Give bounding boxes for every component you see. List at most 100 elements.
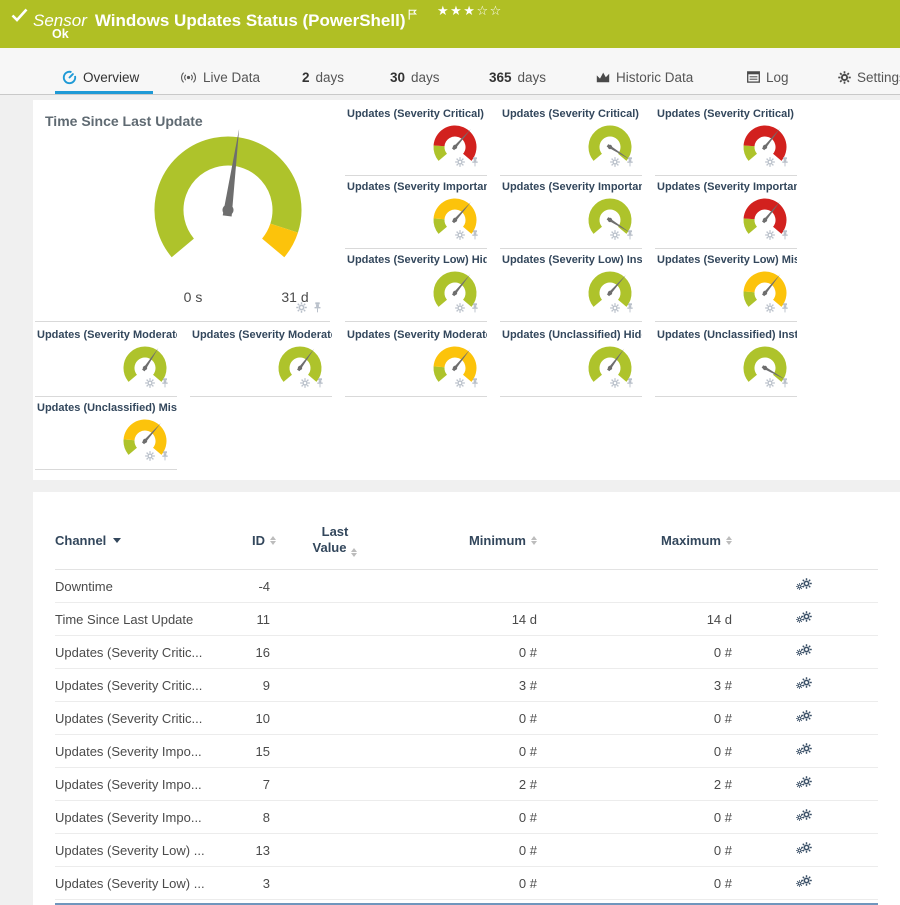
gauge-pin-icon[interactable] bbox=[625, 300, 635, 318]
column-header-maximum[interactable]: Maximum bbox=[545, 533, 740, 548]
gauge-pin-icon[interactable] bbox=[780, 375, 790, 393]
channel-settings-icon[interactable] bbox=[796, 808, 812, 824]
gauge-settings-gear-icon[interactable] bbox=[455, 227, 465, 245]
channel-gauge-card: Updates (Severity Moderate) ... bbox=[345, 324, 487, 397]
channel-id: 7 bbox=[240, 777, 290, 792]
tab-number: 30 bbox=[390, 70, 405, 85]
channel-maximum: 2 # bbox=[545, 777, 740, 792]
table-row: Updates (Severity Impo...150 #0 # bbox=[55, 735, 878, 768]
channel-settings-icon[interactable] bbox=[796, 874, 812, 890]
channel-name[interactable]: Updates (Severity Critic... bbox=[55, 645, 240, 660]
gauge-settings-gear-icon[interactable] bbox=[765, 300, 775, 318]
gauge-pin-icon[interactable] bbox=[625, 154, 635, 172]
gauge-pin-icon[interactable] bbox=[160, 375, 170, 393]
gauge-pin-icon[interactable] bbox=[312, 300, 323, 318]
gauge-pin-icon[interactable] bbox=[780, 154, 790, 172]
channel-name[interactable]: Updates (Severity Low) ... bbox=[55, 876, 240, 891]
channel-settings-icon[interactable] bbox=[796, 742, 812, 758]
sort-arrows-icon bbox=[726, 536, 732, 546]
table-row: Updates (Severity Critic...93 #3 # bbox=[55, 669, 878, 702]
table-row: Updates (Severity Critic...100 #0 # bbox=[55, 702, 878, 735]
tab-365-days[interactable]: 365days bbox=[489, 60, 546, 94]
column-header-minimum[interactable]: Minimum bbox=[380, 533, 545, 548]
gauge-settings-gear-icon[interactable] bbox=[765, 375, 775, 393]
sort-caret-down-icon bbox=[113, 538, 121, 543]
tab-log[interactable]: Log bbox=[747, 60, 789, 94]
channel-maximum: 0 # bbox=[545, 876, 740, 891]
channel-name[interactable]: Updates (Severity Critic... bbox=[55, 711, 240, 726]
channel-name[interactable]: Time Since Last Update bbox=[55, 612, 240, 627]
gear-icon bbox=[838, 71, 851, 84]
tab-label: Settings bbox=[857, 70, 900, 85]
channel-name[interactable]: Downtime bbox=[55, 579, 240, 594]
gauge-pin-icon[interactable] bbox=[470, 300, 480, 318]
gauge-pin-icon[interactable] bbox=[625, 227, 635, 245]
channel-settings-icon[interactable] bbox=[796, 577, 812, 593]
table-row: Updates (Severity Impo...72 #2 # bbox=[55, 768, 878, 801]
channel-name[interactable]: Updates (Severity Impo... bbox=[55, 744, 240, 759]
gauge-pin-icon[interactable] bbox=[315, 375, 325, 393]
tab-label: days bbox=[518, 70, 547, 85]
channel-settings-icon[interactable] bbox=[796, 676, 812, 692]
gauge-pin-icon[interactable] bbox=[470, 154, 480, 172]
gauge-pin-icon[interactable] bbox=[780, 227, 790, 245]
column-label: Last Value bbox=[313, 524, 349, 555]
channel-gauge-card: Updates (Severity Critical) Mi... bbox=[655, 103, 797, 176]
gauge-settings-gear-icon[interactable] bbox=[765, 154, 775, 172]
gauge-settings-gear-icon[interactable] bbox=[296, 300, 307, 318]
gauge-pin-icon[interactable] bbox=[625, 375, 635, 393]
channel-gauge-card: Updates (Unclassified) Install... bbox=[655, 324, 797, 397]
channel-settings-icon[interactable] bbox=[796, 709, 812, 725]
gauge-pin-icon[interactable] bbox=[470, 375, 480, 393]
channel-minimum: 0 # bbox=[380, 876, 545, 891]
priority-stars[interactable]: ★★★☆☆ bbox=[437, 3, 503, 19]
channel-name[interactable]: Updates (Severity Impo... bbox=[55, 810, 240, 825]
tab-label: Log bbox=[766, 70, 789, 85]
tab-historic-data[interactable]: Historic Data bbox=[596, 60, 693, 94]
gauge-settings-gear-icon[interactable] bbox=[610, 300, 620, 318]
tab-30-days[interactable]: 30 days bbox=[390, 60, 440, 94]
gauge-settings-gear-icon[interactable] bbox=[455, 154, 465, 172]
gauge-pin-icon[interactable] bbox=[470, 227, 480, 245]
gauge-settings-gear-icon[interactable] bbox=[610, 375, 620, 393]
gauge-settings-gear-icon[interactable] bbox=[455, 300, 465, 318]
gauge-settings-gear-icon[interactable] bbox=[610, 154, 620, 172]
channel-gauge-card: Updates (Severity Moderate) I... bbox=[190, 324, 332, 397]
channel-settings-icon[interactable] bbox=[796, 643, 812, 659]
channel-id: 10 bbox=[240, 711, 290, 726]
table-header: Channel ID Last Value Minimum Maximum bbox=[55, 512, 878, 570]
channel-name[interactable]: Updates (Severity Impo... bbox=[55, 777, 240, 792]
tab-2-days[interactable]: 2days bbox=[302, 60, 344, 94]
tab-overview[interactable]: Overview bbox=[62, 60, 139, 94]
status-check-icon bbox=[11, 8, 28, 27]
gauge-settings-gear-icon[interactable] bbox=[765, 227, 775, 245]
gauge-pin-icon[interactable] bbox=[780, 300, 790, 318]
column-header-last-value[interactable]: Last Value bbox=[290, 524, 380, 558]
channel-gauge-card: Updates (Severity Moderate) ... bbox=[35, 324, 177, 397]
gauge-settings-gear-icon[interactable] bbox=[610, 227, 620, 245]
channel-minimum: 14 d bbox=[380, 612, 545, 627]
gauge-settings-gear-icon[interactable] bbox=[145, 448, 155, 466]
channel-id: 16 bbox=[240, 645, 290, 660]
channel-settings-icon[interactable] bbox=[796, 775, 812, 791]
priority-flag-icon[interactable] bbox=[408, 5, 417, 25]
column-header-id[interactable]: ID bbox=[240, 533, 290, 548]
channels-table-panel: Channel ID Last Value Minimum Maximum Do… bbox=[33, 492, 900, 905]
table-row: Updates (Severity Low) ...130 #0 # bbox=[55, 834, 878, 867]
channel-settings-icon[interactable] bbox=[796, 841, 812, 857]
channel-maximum: 0 # bbox=[545, 645, 740, 660]
channel-minimum: 0 # bbox=[380, 744, 545, 759]
gauge-settings-gear-icon[interactable] bbox=[145, 375, 155, 393]
channel-name[interactable]: Updates (Severity Critic... bbox=[55, 678, 240, 693]
channel-settings-icon[interactable] bbox=[796, 610, 812, 626]
gauge-settings-gear-icon[interactable] bbox=[455, 375, 465, 393]
gauge-pin-icon[interactable] bbox=[160, 448, 170, 466]
channel-name[interactable]: Updates (Severity Low) ... bbox=[55, 843, 240, 858]
tab-live-data[interactable]: Live Data bbox=[180, 60, 260, 94]
sort-arrows-icon bbox=[351, 548, 357, 558]
channel-id: -4 bbox=[240, 579, 290, 594]
tab-label: days bbox=[411, 70, 440, 85]
tab-settings[interactable]: Settings bbox=[838, 60, 900, 94]
gauge-settings-gear-icon[interactable] bbox=[300, 375, 310, 393]
column-header-channel[interactable]: Channel bbox=[55, 533, 240, 548]
